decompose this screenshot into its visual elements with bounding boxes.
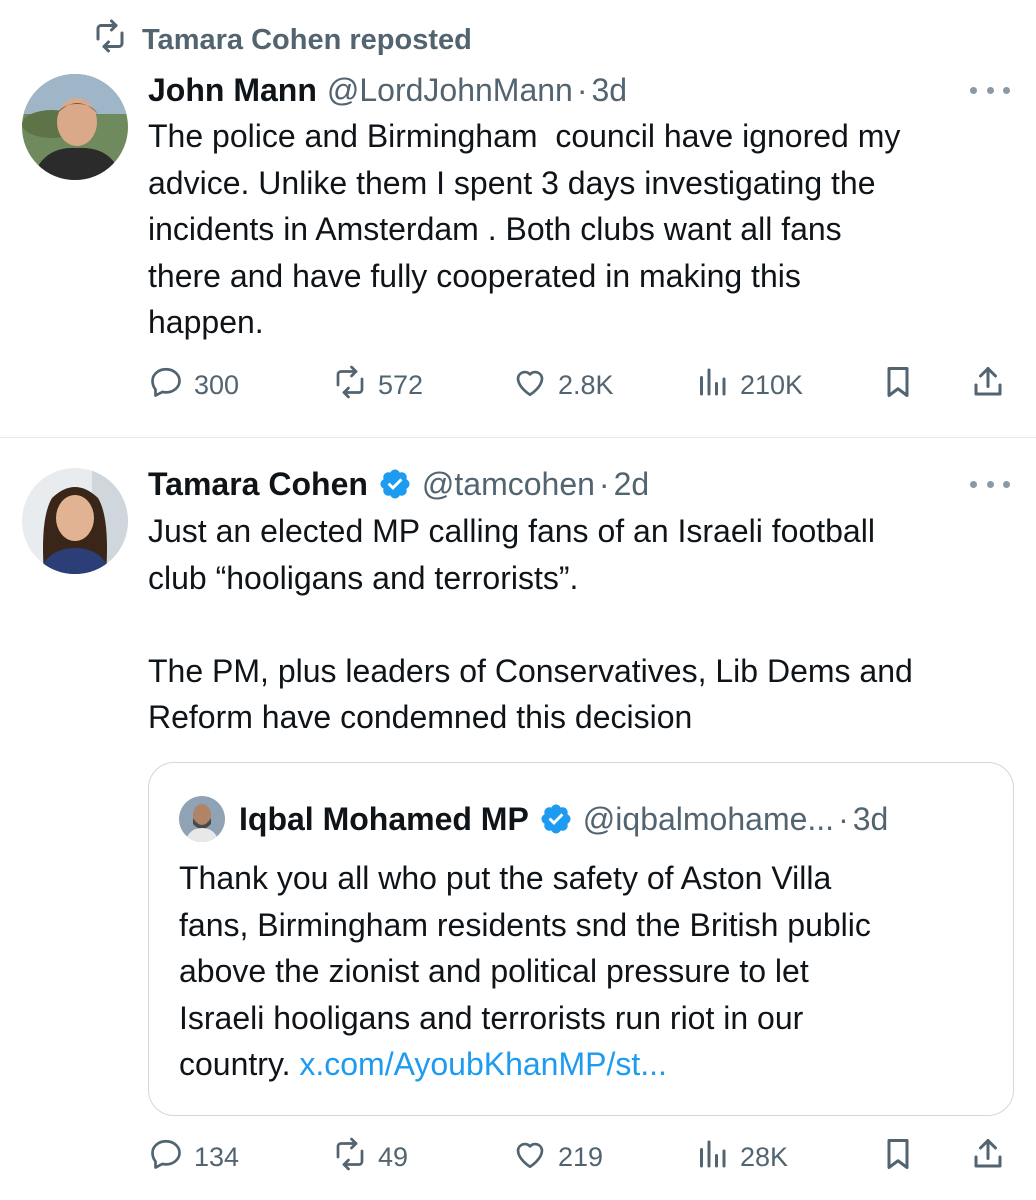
bookmark-icon bbox=[880, 1136, 916, 1179]
verified-badge-icon[interactable] bbox=[378, 467, 412, 501]
views-button[interactable]: 210K bbox=[694, 360, 803, 410]
more-options-button[interactable] bbox=[970, 474, 1010, 494]
more-dots-icon bbox=[970, 86, 977, 94]
views-count: 28K bbox=[740, 1141, 789, 1172]
tweet-actions: 300 572 2.8K 210K bbox=[148, 360, 1018, 410]
timestamp[interactable]: 3d bbox=[592, 72, 628, 109]
repost-button[interactable]: 572 bbox=[332, 360, 423, 410]
repost-icon bbox=[332, 364, 368, 407]
tweet-divider bbox=[0, 437, 1036, 438]
bookmark-button[interactable] bbox=[880, 1132, 916, 1182]
author-name[interactable]: Tamara Cohen bbox=[148, 466, 368, 503]
views-button[interactable]: 28K bbox=[694, 1132, 788, 1182]
repost-count: 49 bbox=[378, 1141, 409, 1172]
bookmark-button[interactable] bbox=[880, 360, 916, 410]
quoted-tweet-header: Iqbal Mohamed MP @iqbalmohame... · 3d bbox=[179, 796, 889, 842]
quoted-author-name: Iqbal Mohamed MP bbox=[239, 800, 529, 837]
quoted-tweet[interactable]: Iqbal Mohamed MP @iqbalmohame... · 3d Th… bbox=[148, 762, 1014, 1116]
reply-count: 134 bbox=[194, 1141, 240, 1172]
like-button[interactable]: 219 bbox=[512, 1132, 603, 1182]
avatar-john-mann[interactable] bbox=[22, 74, 128, 180]
tweet-text: Just an elected MP calling fans of an Is… bbox=[148, 513, 913, 735]
quoted-link[interactable]: x.com/AyoubKhanMP/st... bbox=[299, 1046, 667, 1082]
repost-icon bbox=[332, 1136, 368, 1179]
avatar-iqbal-mohamed bbox=[179, 796, 225, 842]
share-icon bbox=[970, 1136, 1006, 1179]
timestamp[interactable]: 2d bbox=[614, 466, 650, 503]
more-options-button[interactable] bbox=[970, 80, 1010, 100]
repost-icon bbox=[92, 18, 128, 62]
heart-icon bbox=[512, 364, 548, 407]
verified-badge-icon bbox=[539, 802, 573, 836]
views-count: 210K bbox=[740, 369, 804, 400]
separator-dot: · bbox=[838, 800, 849, 837]
reply-button[interactable]: 300 bbox=[148, 360, 239, 410]
heart-icon bbox=[512, 1136, 548, 1179]
repost-banner[interactable]: Tamara Cohen reposted bbox=[92, 18, 472, 62]
author-handle[interactable]: @LordJohnMann bbox=[327, 72, 573, 109]
like-button[interactable]: 2.8K bbox=[512, 360, 614, 410]
share-button[interactable] bbox=[970, 360, 1006, 410]
avatar-tamara-cohen[interactable] bbox=[22, 468, 128, 574]
share-icon bbox=[970, 364, 1006, 407]
reply-button[interactable]: 134 bbox=[148, 1132, 239, 1182]
tweet-actions: 134 49 219 28K bbox=[148, 1132, 1018, 1182]
like-count: 2.8K bbox=[558, 369, 614, 400]
reply-icon bbox=[148, 364, 184, 407]
author-name[interactable]: John Mann bbox=[148, 72, 317, 109]
repost-button[interactable]: 49 bbox=[332, 1132, 408, 1182]
tweet-text: The police and Birmingham council have i… bbox=[148, 118, 901, 340]
repost-banner-text: Tamara Cohen reposted bbox=[142, 23, 472, 56]
more-dots-icon bbox=[970, 480, 977, 488]
tweet-header: Tamara Cohen @tamcohen · 2d bbox=[148, 462, 649, 506]
tweet-header: John Mann @LordJohnMann · 3d bbox=[148, 68, 627, 112]
quoted-timestamp: 3d bbox=[852, 800, 889, 837]
bookmark-icon bbox=[880, 364, 916, 407]
reply-icon bbox=[148, 1136, 184, 1179]
views-chart-icon bbox=[694, 1136, 730, 1179]
like-count: 219 bbox=[558, 1141, 604, 1172]
author-handle[interactable]: @tamcohen bbox=[422, 466, 595, 503]
separator-dot: · bbox=[598, 465, 610, 502]
quoted-author-handle: @iqbalmohame... bbox=[582, 800, 835, 837]
reply-count: 300 bbox=[194, 369, 240, 400]
quoted-tweet-text: Thank you all who put the safety of Asto… bbox=[179, 855, 991, 1088]
share-button[interactable] bbox=[970, 1132, 1006, 1182]
views-chart-icon bbox=[694, 364, 730, 407]
repost-count: 572 bbox=[378, 369, 424, 400]
separator-dot: · bbox=[576, 71, 588, 108]
